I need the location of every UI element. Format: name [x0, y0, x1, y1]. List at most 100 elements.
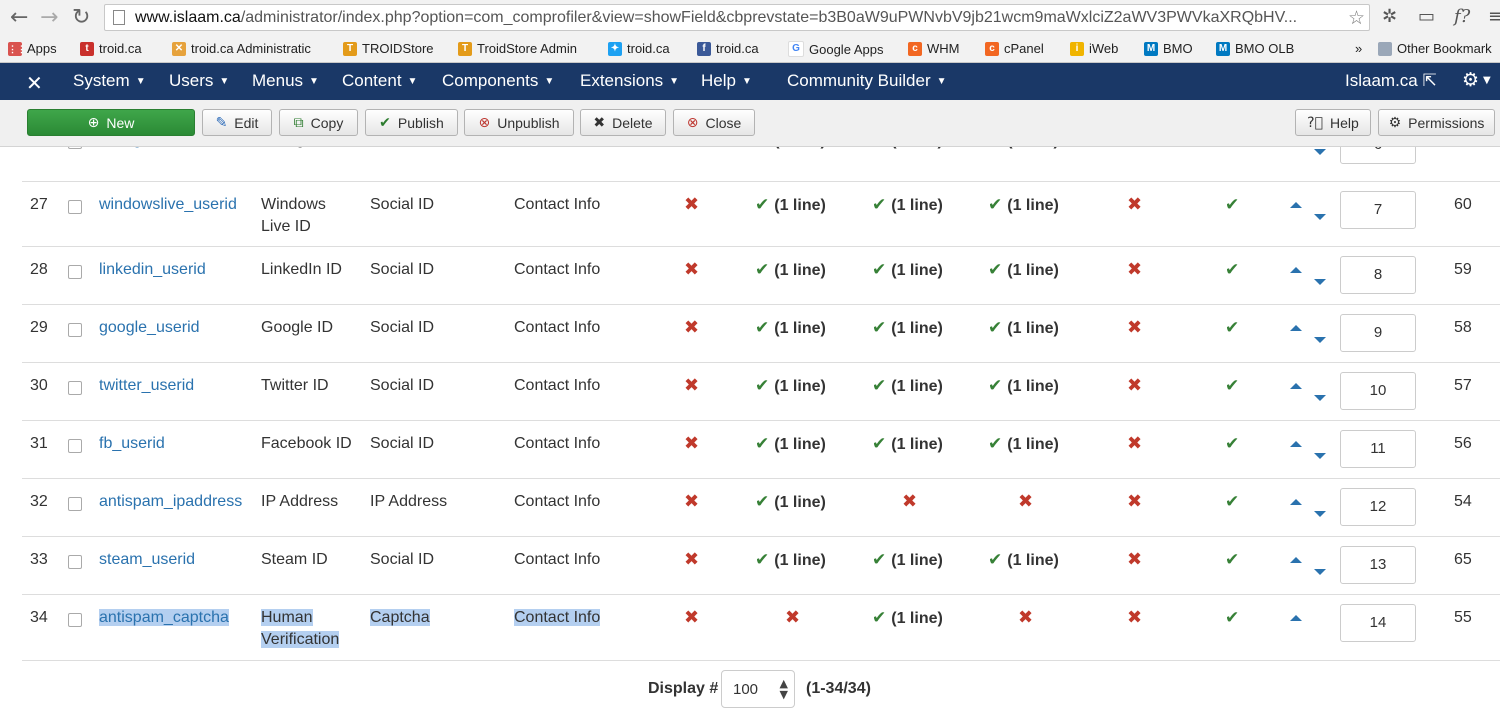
row-checkbox[interactable] — [68, 265, 82, 279]
extension-icon[interactable]: ✲ — [1382, 7, 1397, 27]
row-checkbox[interactable] — [68, 497, 82, 511]
unpublished-x-icon[interactable]: ✖ — [1127, 259, 1142, 281]
bookmarks-overflow[interactable]: » — [1355, 41, 1362, 56]
unpublished-x-icon[interactable]: ✖ — [1127, 491, 1142, 513]
ordering-input[interactable]: 10 — [1340, 372, 1416, 410]
move-down-icon[interactable] — [1314, 279, 1326, 285]
check-line-status[interactable]: ✔(1 line) — [872, 375, 943, 398]
bookmark-apps[interactable]: ⋮⋮ Apps — [8, 41, 57, 56]
published-check-icon[interactable]: ✔ — [1225, 607, 1239, 629]
display-count-select[interactable]: 100 ▲ ▼ — [721, 670, 795, 708]
cast-icon[interactable]: ▭ — [1418, 7, 1435, 27]
check-line-status[interactable]: ✔(1 line) — [988, 259, 1059, 282]
move-up-icon[interactable] — [1290, 383, 1302, 389]
field-name-link[interactable]: windowslive_userid — [99, 194, 237, 216]
permissions-button[interactable]: ⚙ Permissions — [1378, 109, 1495, 136]
unpublished-x-icon[interactable]: ✖ — [902, 491, 917, 513]
menu-icon[interactable]: ≡ — [1488, 7, 1500, 27]
row-checkbox[interactable] — [68, 439, 82, 453]
check-line-status[interactable]: ✔(1 line) — [755, 259, 826, 282]
move-down-icon[interactable] — [1314, 337, 1326, 343]
bookmark-troid[interactable]: t troid.ca — [80, 41, 142, 56]
field-name-link[interactable]: fb_userid — [99, 433, 165, 455]
check-line-status[interactable]: ✔(1 line) — [872, 194, 943, 217]
published-check-icon[interactable]: ✔ — [1225, 317, 1239, 339]
bookmark-other[interactable]: Other Bookmark — [1378, 41, 1492, 56]
url-text[interactable]: www.islaam.ca/administrator/index.php?op… — [135, 9, 1335, 27]
published-check-icon[interactable]: ✔ — [1225, 375, 1239, 397]
check-line-status[interactable]: ✔(1 line) — [872, 607, 943, 630]
bookmark-star-icon[interactable]: ☆ — [1348, 7, 1365, 29]
menu-help[interactable]: Help ▼ — [701, 71, 752, 91]
unpublished-x-icon[interactable]: ✖ — [1127, 317, 1142, 339]
check-line-status[interactable]: ✔(1 line) — [755, 491, 826, 514]
ordering-input[interactable]: 13 — [1340, 546, 1416, 584]
move-down-icon[interactable] — [1314, 149, 1326, 155]
check-line-status[interactable]: ✔(1 line) — [988, 375, 1059, 398]
move-down-icon[interactable] — [1314, 214, 1326, 220]
unpublished-x-icon[interactable]: ✖ — [684, 549, 699, 571]
field-name-link[interactable]: antispam_captcha — [99, 607, 229, 629]
bookmark-google-apps[interactable]: G Google Apps — [788, 41, 883, 57]
unpublished-x-icon[interactable]: ✖ — [1018, 491, 1033, 513]
field-name-link[interactable]: linkedin_userid — [99, 259, 206, 281]
address-bar[interactable]: www.islaam.ca/administrator/index.php?op… — [104, 4, 1370, 31]
menu-content[interactable]: Content ▼ — [342, 71, 417, 91]
check-line-status[interactable]: ✔(1 line) — [872, 317, 943, 340]
unpublished-x-icon[interactable]: ✖ — [684, 375, 699, 397]
move-up-icon[interactable] — [1290, 202, 1302, 208]
bookmark-whm[interactable]: c WHM — [908, 41, 960, 56]
unpublished-x-icon[interactable]: ✖ — [684, 433, 699, 455]
row-checkbox[interactable] — [68, 555, 82, 569]
move-up-icon[interactable] — [1290, 615, 1302, 621]
help-button[interactable]: ?⃝ Help — [1295, 109, 1371, 136]
bookmark-troidstore-admin[interactable]: T TroidStore Admin — [458, 41, 577, 56]
menu-extensions[interactable]: Extensions ▼ — [580, 71, 679, 91]
check-line-status[interactable]: ✔(1 line) — [988, 549, 1059, 572]
published-check-icon[interactable]: ✔ — [1225, 433, 1239, 455]
bookmark-troidstore[interactable]: T TROIDStore — [343, 41, 434, 56]
delete-button[interactable]: ✖ Delete — [580, 109, 666, 136]
bookmark-twitter[interactable]: ✦ troid.ca — [608, 41, 670, 56]
new-button[interactable]: ⊕ New — [27, 109, 195, 136]
field-name-link[interactable]: instagram_userid — [99, 147, 222, 151]
unpublished-x-icon[interactable]: ✖ — [1127, 147, 1142, 151]
unpublished-x-icon[interactable]: ✖ — [1018, 607, 1033, 629]
row-checkbox[interactable] — [68, 381, 82, 395]
forward-icon[interactable]: → — [40, 6, 58, 30]
joomla-logo-icon[interactable]: ✕ — [26, 71, 43, 95]
unpublished-x-icon[interactable]: ✖ — [785, 607, 800, 629]
move-down-icon[interactable] — [1314, 453, 1326, 459]
unpublished-x-icon[interactable]: ✖ — [1127, 194, 1142, 216]
bookmark-cpanel[interactable]: c cPanel — [985, 41, 1044, 56]
move-up-icon[interactable] — [1290, 267, 1302, 273]
move-up-icon[interactable] — [1290, 499, 1302, 505]
move-down-icon[interactable] — [1314, 569, 1326, 575]
check-line-status[interactable]: ✔(1 line) — [988, 317, 1059, 340]
move-down-icon[interactable] — [1314, 395, 1326, 401]
bookmark-troid-admin[interactable]: ✕ troid.ca Administratic — [172, 41, 330, 56]
menu-users[interactable]: Users ▼ — [169, 71, 229, 91]
check-line-status[interactable]: ✔(1 line) — [755, 375, 826, 398]
unpublished-x-icon[interactable]: ✖ — [1127, 375, 1142, 397]
check-line-status[interactable]: ✔(1 line) — [755, 317, 826, 340]
field-name-link[interactable]: google_userid — [99, 317, 200, 339]
published-check-icon[interactable]: ✔ — [1225, 194, 1239, 216]
menu-system[interactable]: System ▼ — [73, 71, 146, 91]
check-line-status[interactable]: ✔(1 line) — [988, 147, 1059, 152]
font-extension-icon[interactable]: f? — [1454, 7, 1470, 27]
field-name-link[interactable]: twitter_userid — [99, 375, 194, 397]
bookmark-bmo-olb[interactable]: M BMO OLB — [1216, 41, 1294, 56]
reload-icon[interactable]: ↻ — [72, 6, 90, 30]
row-checkbox[interactable] — [68, 613, 82, 627]
ordering-input[interactable]: 11 — [1340, 430, 1416, 468]
check-line-status[interactable]: ✔(1 line) — [872, 549, 943, 572]
unpublish-button[interactable]: ⊗ Unpublish — [464, 109, 574, 136]
ordering-input[interactable]: 6 — [1340, 147, 1416, 164]
check-line-status[interactable]: ✔(1 line) — [988, 194, 1059, 217]
bookmark-facebook[interactable]: f troid.ca — [697, 41, 759, 56]
unpublished-x-icon[interactable]: ✖ — [684, 259, 699, 281]
field-name-link[interactable]: steam_userid — [99, 549, 195, 571]
published-check-icon[interactable]: ✔ — [1225, 259, 1239, 281]
check-line-status[interactable]: ✔(1 line) — [755, 549, 826, 572]
